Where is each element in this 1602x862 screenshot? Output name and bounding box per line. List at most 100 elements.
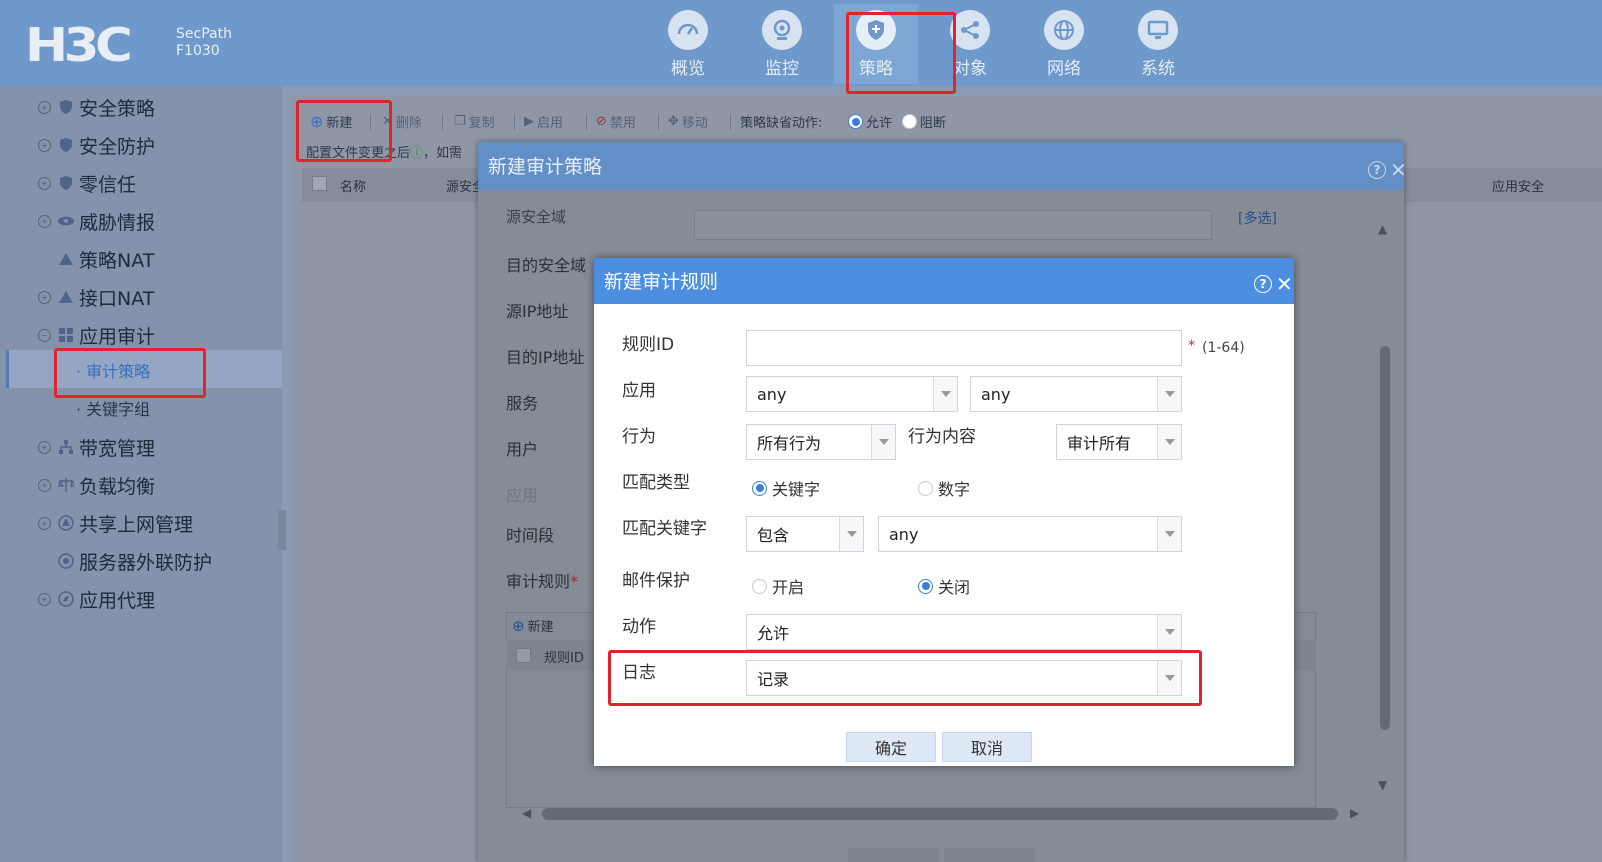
vertical-scrollbar[interactable] — [1380, 346, 1390, 730]
match-type-keyword-radio[interactable]: 关键字 — [752, 476, 820, 500]
app-select-2[interactable]: any — [970, 376, 1182, 412]
toolbar-separator — [514, 114, 515, 130]
audit-rule-dialog-header: 新建审计规则 — [594, 258, 1294, 304]
default-action-block-radio[interactable]: 阻断 — [902, 112, 946, 131]
sidebar-item-policy-nat[interactable]: 策略NAT — [57, 244, 154, 274]
expand-icon: + — [38, 478, 51, 492]
expand-icon: + — [38, 100, 51, 114]
scale-icon — [57, 476, 75, 494]
rule-id-range-hint: (1-64) — [1202, 340, 1245, 356]
globe-icon — [1044, 10, 1084, 50]
mail-protect-on-radio[interactable]: 开启 — [752, 574, 804, 598]
match-keyword-select[interactable]: any — [878, 516, 1182, 552]
scroll-down-icon[interactable]: ▼ — [1378, 778, 1387, 792]
label-match-keyword: 匹配关键字 — [622, 519, 707, 539]
sidebar-item-shared-internet[interactable]: + 共享上网管理 — [38, 508, 193, 538]
disable-button[interactable]: ⊘ 禁用 — [596, 112, 636, 131]
label-mail-protect: 邮件保护 — [622, 571, 690, 591]
label-action: 动作 — [622, 617, 656, 637]
rules-select-all-checkbox[interactable] — [516, 648, 531, 663]
close-icon[interactable]: ✕ — [1390, 158, 1407, 182]
forbidden-icon: ⊘ — [596, 114, 607, 129]
label-match-type: 匹配类型 — [622, 473, 690, 493]
ok-button[interactable]: 确定 — [846, 732, 936, 762]
rules-col-id: 规则ID — [544, 651, 584, 666]
move-button[interactable]: ✥ 移动 — [668, 112, 708, 131]
behavior-select[interactable]: 所有行为 — [746, 424, 896, 460]
radio-unchecked — [752, 578, 767, 594]
compass-icon — [57, 590, 75, 608]
match-type-number-radio[interactable]: 数字 — [918, 476, 970, 500]
sidebar-item-load-balance[interactable]: + 负载均衡 — [38, 470, 155, 500]
plus-circle-icon: ⊕ — [512, 616, 525, 635]
chevron-down-icon — [1157, 425, 1181, 459]
label-app: 应用 — [506, 486, 539, 505]
help-icon[interactable]: ? — [1254, 275, 1272, 293]
org-chart-icon — [57, 438, 75, 456]
audit-policy-dialog-header: 新建审计策略 — [478, 142, 1404, 190]
close-icon[interactable]: ✕ — [1276, 272, 1293, 296]
rule-id-input[interactable] — [746, 330, 1182, 366]
sidebar-item-threat-intel[interactable]: + 威胁情报 — [38, 206, 155, 236]
label-src-ip: 源IP地址 — [506, 302, 569, 321]
cancel-button[interactable]: 取消 — [942, 732, 1032, 762]
outer-ok-button[interactable] — [848, 848, 938, 862]
highlight-log-row — [608, 650, 1202, 706]
product-model: SecPath F1030 — [176, 26, 232, 59]
sidebar-item-app-audit[interactable]: − 应用审计 — [38, 320, 155, 350]
nav-network[interactable]: 网络 — [1022, 4, 1106, 84]
mail-protect-off-radio[interactable]: 关闭 — [918, 574, 970, 598]
highlight-nav-policy — [846, 12, 956, 94]
label-app: 应用 — [622, 381, 656, 401]
share-network-icon — [57, 514, 75, 532]
outer-cancel-button[interactable] — [944, 848, 1034, 862]
enable-button[interactable]: ▶ 启用 — [524, 112, 563, 131]
scroll-up-icon[interactable]: ▲ — [1378, 222, 1387, 236]
chevron-down-icon — [933, 377, 957, 411]
col-name: 名称 — [340, 180, 367, 195]
scroll-left-icon[interactable]: ◀ — [522, 806, 532, 820]
sidebar-item-app-proxy[interactable]: + 应用代理 — [38, 584, 155, 614]
sidebar-item-zero-trust[interactable]: + 零信任 — [38, 168, 136, 198]
sidebar-item-security-protection[interactable]: + 安全防护 — [38, 130, 155, 160]
toolbar-separator — [586, 114, 587, 130]
sidebar-splitter[interactable] — [278, 510, 286, 550]
label-rule-id: 规则ID — [622, 335, 675, 355]
help-icon[interactable]: ⓘ — [410, 146, 423, 161]
rules-new-button[interactable]: ⊕ 新建 — [512, 616, 554, 636]
dialog-header-icons: ? ✕ — [1254, 272, 1293, 296]
multi-select-link[interactable]: [多选] — [1238, 208, 1277, 228]
nav-overview[interactable]: 概览 — [646, 4, 730, 84]
nat-icon — [57, 250, 75, 268]
label-service: 服务 — [506, 394, 539, 413]
computer-icon — [1138, 10, 1178, 50]
copy-button[interactable]: ❐ 复制 — [454, 112, 495, 131]
radio-checked — [848, 114, 863, 129]
app-select-1[interactable]: any — [746, 376, 958, 412]
sidebar-item-bandwidth[interactable]: + 带宽管理 — [38, 432, 155, 462]
horizontal-scrollbar[interactable] — [542, 808, 1338, 820]
src-zone-select[interactable] — [694, 210, 1212, 240]
label-audit-rules: 审计规则* — [506, 572, 579, 591]
scroll-right-icon[interactable]: ▶ — [1350, 806, 1360, 820]
toolbar-separator — [442, 114, 443, 130]
match-keyword-op-select[interactable]: 包含 — [746, 516, 864, 552]
label-time: 时间段 — [506, 526, 555, 545]
sidebar-item-security-policy[interactable]: + 安全策略 — [38, 92, 155, 122]
select-all-checkbox[interactable] — [312, 176, 327, 191]
nav-monitor[interactable]: 监控 — [740, 4, 824, 84]
default-action-allow-radio[interactable]: 允许 — [848, 112, 892, 131]
sidebar-item-keyword-group[interactable]: · 关键字组 — [76, 396, 150, 420]
label-behavior: 行为 — [622, 427, 656, 447]
sidebar-item-server-outbound[interactable]: 服务器外联防护 — [57, 546, 212, 576]
behavior-content-select[interactable]: 审计所有 — [1056, 424, 1182, 460]
radio-checked — [752, 480, 767, 496]
shield-icon — [57, 136, 75, 154]
chevron-down-icon — [839, 517, 863, 551]
sidebar-item-interface-nat[interactable]: + 接口NAT — [38, 282, 154, 312]
eye-icon — [57, 212, 75, 230]
help-icon[interactable]: ? — [1368, 161, 1386, 179]
nav-system[interactable]: 系统 — [1116, 4, 1200, 84]
action-select[interactable]: 允许 — [746, 614, 1182, 650]
chevron-down-icon — [1157, 517, 1181, 551]
